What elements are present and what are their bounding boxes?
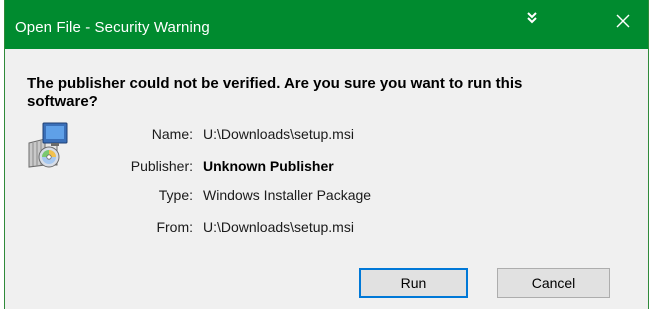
detail-row-from: From: U:\Downloads\setup.msi xyxy=(5,217,648,237)
name-label: Name: xyxy=(151,126,193,142)
title-bar: Open File - Security Warning xyxy=(5,0,648,49)
cancel-button[interactable]: Cancel xyxy=(497,268,610,298)
detail-row-publisher: Publisher: Unknown Publisher xyxy=(5,156,648,176)
window-title: Open File - Security Warning xyxy=(15,19,210,36)
dialog-body: The publisher could not be verified. Are… xyxy=(5,49,648,309)
name-value: U:\Downloads\setup.msi xyxy=(203,126,354,142)
from-value: U:\Downloads\setup.msi xyxy=(203,219,354,235)
detail-row-name: Name: U:\Downloads\setup.msi xyxy=(5,124,648,144)
from-label: From: xyxy=(156,219,193,235)
run-button[interactable]: Run xyxy=(359,268,468,298)
type-label: Type: xyxy=(158,187,193,203)
detail-row-type: Type: Windows Installer Package xyxy=(5,185,648,205)
double-chevron-down-icon xyxy=(526,11,538,29)
publisher-value: Unknown Publisher xyxy=(203,158,334,174)
collapse-button[interactable] xyxy=(515,8,549,32)
warning-heading: The publisher could not be verified. Are… xyxy=(27,75,523,110)
close-icon xyxy=(615,13,631,34)
type-value: Windows Installer Package xyxy=(203,187,372,203)
security-warning-dialog: Open File - Security Warning The publish… xyxy=(5,0,648,309)
close-button[interactable] xyxy=(603,8,643,38)
publisher-label: Publisher: xyxy=(130,158,193,174)
